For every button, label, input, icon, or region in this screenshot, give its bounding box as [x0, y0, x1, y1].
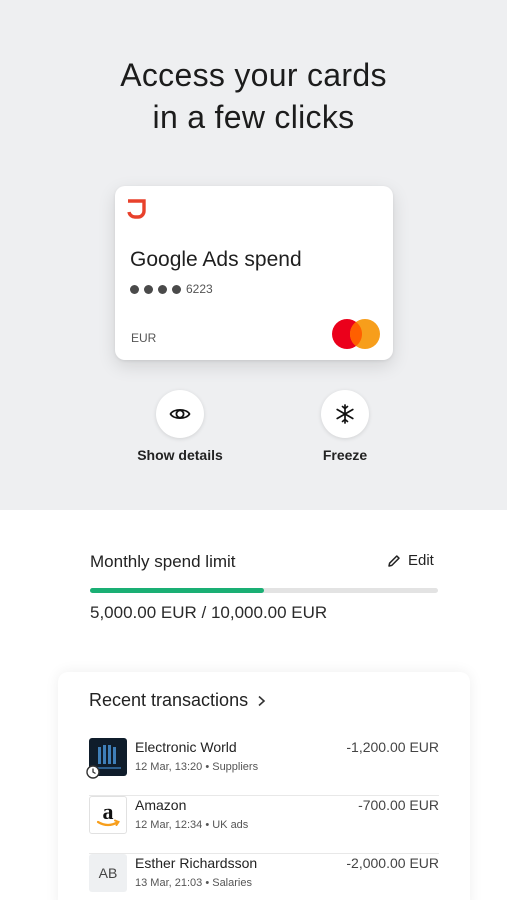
mask-dot: [172, 284, 181, 294]
show-details-label: Show details: [137, 447, 223, 463]
recent-transactions-panel: Recent transactions Electronic World 12 …: [58, 672, 470, 900]
hero-section: Access your cards in a few clicks Google…: [0, 0, 507, 510]
chevron-right-icon: [258, 695, 266, 706]
payment-card[interactable]: Google Ads spend 6223 EUR: [115, 186, 393, 360]
transaction-row[interactable]: Electronic World 12 Mar, 13:20 • Supplie…: [86, 738, 439, 796]
edit-limit-button[interactable]: Edit: [387, 552, 434, 569]
svg-text:a: a: [103, 800, 114, 824]
amazon-logo: a: [89, 796, 127, 834]
spend-progress-bar: [90, 588, 438, 593]
freeze-circle[interactable]: [321, 390, 369, 438]
edit-label: Edit: [408, 552, 434, 569]
mask-dot: [130, 284, 139, 294]
transaction-meta: 12 Mar, 13:20 • Suppliers: [135, 761, 259, 773]
initials-avatar: AB: [89, 854, 127, 892]
card-last-four: 6223: [186, 282, 213, 296]
mask-dot: [144, 284, 153, 294]
transaction-meta: 13 Mar, 21:03 • Salaries: [135, 877, 252, 889]
spend-progress-fill: [90, 588, 264, 593]
amazon-logo-icon: a: [96, 800, 120, 827]
transaction-amount: -2,000.00 EUR: [346, 855, 439, 871]
pencil-icon: [388, 554, 400, 567]
spend-limit-title: Monthly spend limit: [90, 552, 236, 571]
show-details-button[interactable]: Show details: [120, 390, 240, 463]
store-logo: [86, 738, 127, 779]
freeze-button[interactable]: Freeze: [285, 390, 405, 463]
eye-icon: [169, 408, 191, 420]
transaction-amount: -700.00 EUR: [358, 797, 439, 813]
pending-clock-icon: [86, 765, 100, 779]
transaction-amount: -1,200.00 EUR: [346, 739, 439, 755]
mask-dot: [158, 284, 167, 294]
transaction-row[interactable]: AB Esther Richardsson 13 Mar, 21:03 • Sa…: [89, 854, 439, 900]
page-headline: Access your cards in a few clicks: [0, 54, 507, 138]
transaction-meta: 12 Mar, 12:34 • UK ads: [135, 819, 249, 831]
brand-logo-icon: [127, 199, 146, 219]
merchant-name: Amazon: [135, 797, 187, 813]
freeze-label: Freeze: [322, 447, 368, 463]
mastercard-icon: [332, 319, 380, 349]
spend-limit-values: 5,000.00 EUR / 10,000.00 EUR: [90, 603, 328, 622]
recent-transactions-link[interactable]: Recent transactions: [89, 690, 266, 711]
snowflake-icon: [336, 404, 354, 424]
card-currency: EUR: [131, 331, 157, 345]
headline-line-1: Access your cards: [120, 57, 387, 93]
transaction-row[interactable]: a Amazon 12 Mar, 12:34 • UK ads -700.00 …: [89, 796, 439, 854]
headline-line-2: in a few clicks: [152, 99, 355, 135]
merchant-name: Electronic World: [135, 739, 237, 755]
card-number: 6223: [130, 282, 213, 296]
recent-transactions-title: Recent transactions: [89, 690, 249, 710]
merchant-name: Esther Richardsson: [135, 855, 258, 871]
card-name: Google Ads spend: [130, 248, 302, 271]
show-details-circle[interactable]: [156, 390, 204, 438]
